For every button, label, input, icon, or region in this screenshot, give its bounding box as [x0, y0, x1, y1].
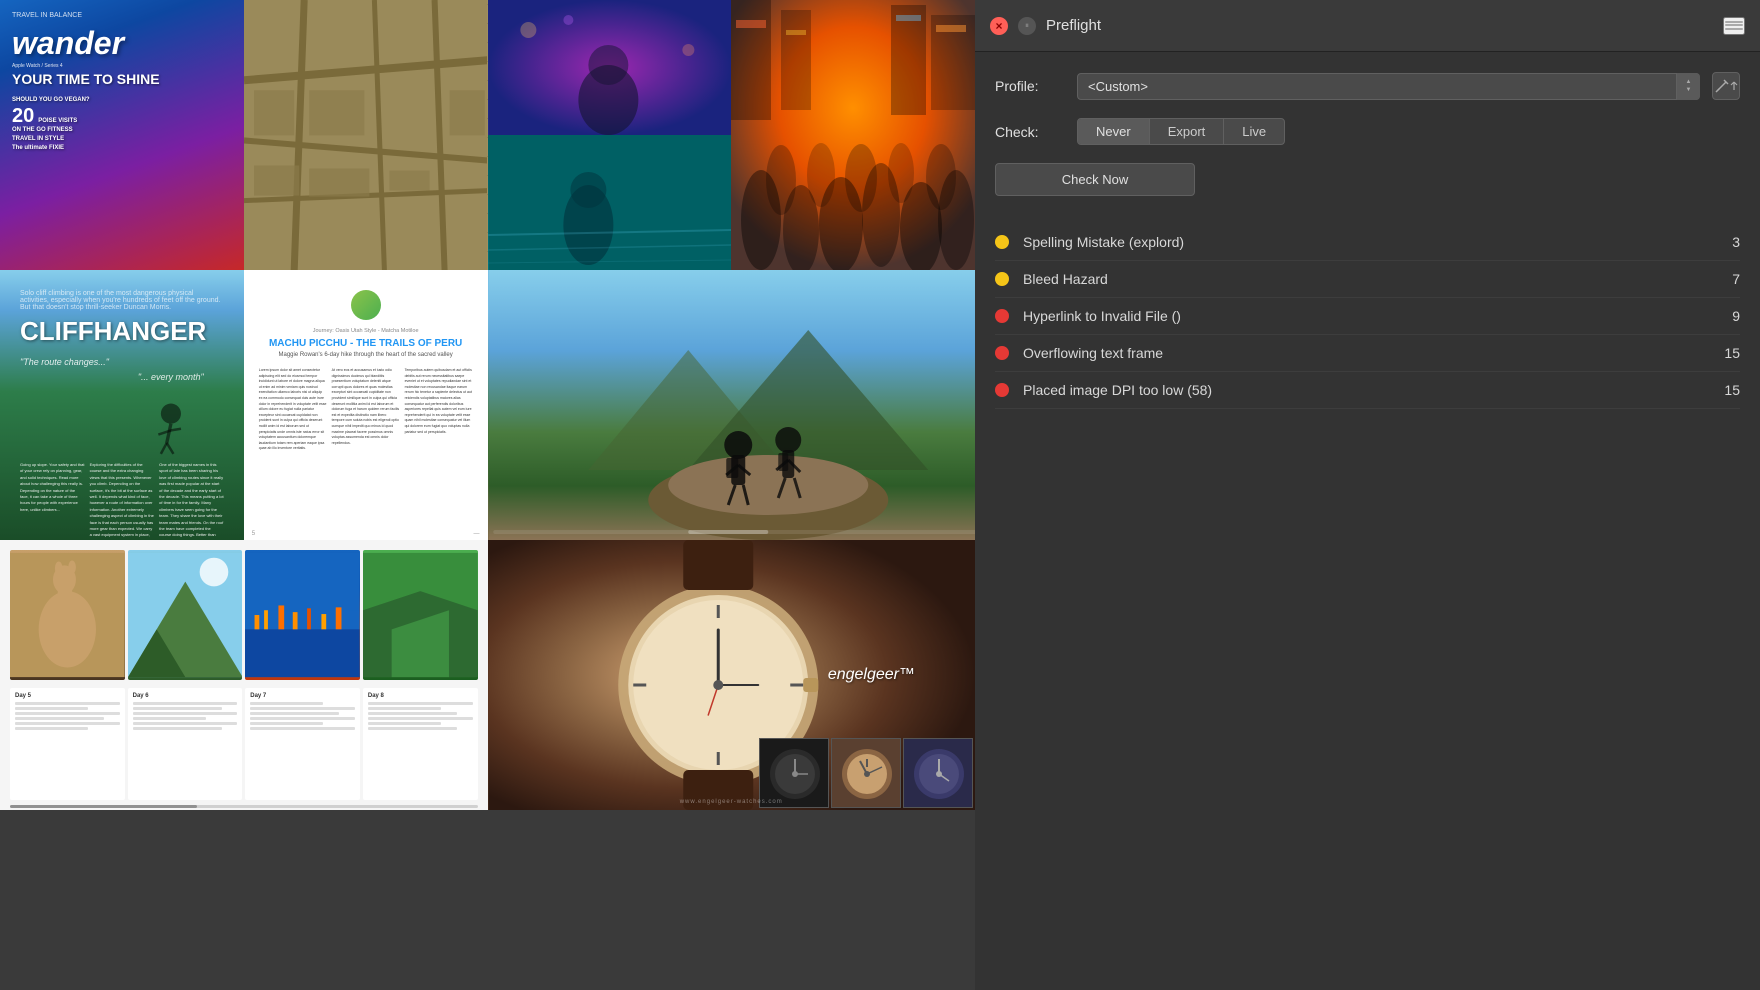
- page-thumb-cliffhanger[interactable]: Solo cliff climbing is one of the most d…: [0, 270, 244, 540]
- page-thumb-japan[interactable]: [488, 0, 732, 270]
- page-thumb-itinerary[interactable]: Day 5 Day 6: [0, 540, 488, 810]
- itinerary-day-7: Day 7: [245, 688, 360, 800]
- wander-item-vegan: SHOULD YOU GO VEGAN?: [12, 97, 232, 103]
- page-thumb-map[interactable]: [244, 0, 488, 270]
- preflight-header: Preflight: [975, 0, 1760, 52]
- issue-count-spelling: 3: [1720, 234, 1740, 250]
- cliff-quote2: "... every month": [20, 372, 224, 382]
- article-subtitle: Maggie Rowan's 6-day hike through the he…: [279, 352, 453, 358]
- article-title: MACHU PICCHU - THE TRAILS OF PERU: [269, 338, 462, 349]
- pages-panel: TRAVEL IN BALANCE wander Apple Watch / S…: [0, 0, 975, 990]
- page-thumb-wander[interactable]: TRAVEL IN BALANCE wander Apple Watch / S…: [0, 0, 244, 270]
- japan-photo-bottom-svg: [488, 135, 732, 270]
- wander-item-fitness: ON THE GO FITNESS: [12, 127, 232, 133]
- itinerary-day-5: Day 5: [10, 688, 125, 800]
- issue-item-overflow[interactable]: Overflowing text frame 15: [995, 335, 1740, 372]
- check-label: Check:: [995, 124, 1065, 140]
- page-thumb-watch[interactable]: engelgeer™: [488, 540, 976, 810]
- wander-item-poise: POISE VISITS: [38, 118, 77, 124]
- wander-item-fixie: The ultimate FIXIE: [12, 145, 232, 151]
- check-option-live[interactable]: Live: [1224, 119, 1284, 144]
- watch-url: www.engelgeer-watches.com: [680, 799, 783, 805]
- article-col-1: Lorem ipsum dolor sit amet consectetur a…: [259, 368, 327, 520]
- cliff-col-3: One of the biggest names in this sport o…: [159, 462, 224, 540]
- article-avatar: [351, 290, 381, 320]
- issue-text-bleed: Bleed Hazard: [1023, 271, 1720, 287]
- article-col-3: Temporibus autem quibusdam et aut offici…: [405, 368, 473, 520]
- article-author: Journey: Oasis Utah Style - Matcha Motil…: [313, 328, 419, 334]
- page-thumb-article[interactable]: Journey: Oasis Utah Style - Matcha Motil…: [244, 270, 488, 540]
- article-col-2: At vero eos et accusamus et iusto odio d…: [332, 368, 400, 520]
- article-scroll-h: —: [474, 531, 480, 537]
- wander-logo: wander: [12, 27, 232, 59]
- check-options: Never Export Live: [1077, 118, 1285, 145]
- issue-count-bleed: 7: [1720, 271, 1740, 287]
- check-row: Check: Never Export Live: [995, 118, 1740, 145]
- profile-row: Profile: <Custom> Basic Print Ready: [995, 72, 1740, 100]
- issue-text-overflow: Overflowing text frame: [1023, 345, 1720, 361]
- profile-select[interactable]: <Custom> Basic Print Ready: [1077, 73, 1700, 100]
- itinerary-photo-llama: [10, 550, 125, 680]
- map-svg: [244, 0, 488, 270]
- check-option-never[interactable]: Never: [1078, 119, 1150, 144]
- profile-label: Profile:: [995, 78, 1065, 94]
- close-button[interactable]: [990, 17, 1008, 35]
- scroll-indicator: [10, 805, 478, 808]
- itinerary-photo-valley: [363, 550, 478, 680]
- itinerary-day-6: Day 6: [128, 688, 243, 800]
- issue-text-dpi: Placed image DPI too low (58): [1023, 382, 1720, 398]
- issue-item-dpi[interactable]: Placed image DPI too low (58) 15: [995, 372, 1740, 409]
- issue-text-spelling: Spelling Mistake (explord): [1023, 234, 1720, 250]
- issue-count-hyperlink: 9: [1720, 308, 1740, 324]
- preflight-panel: Preflight Profile: <Custom> Basic Print …: [975, 0, 1760, 990]
- wander-tag: TRAVEL IN BALANCE: [12, 12, 232, 19]
- issue-count-overflow: 15: [1720, 345, 1740, 361]
- profile-select-wrap: <Custom> Basic Print Ready: [1077, 73, 1700, 100]
- page-thumb-hikers[interactable]: [488, 270, 976, 540]
- cliff-col-1: Going up slope. Your safety and that of …: [20, 462, 85, 540]
- edit-profile-button[interactable]: [1712, 72, 1740, 100]
- issue-dot-overflow: [995, 346, 1009, 360]
- watch-thumbnails: [757, 736, 975, 810]
- issue-item-hyperlink[interactable]: Hyperlink to Invalid File () 9: [995, 298, 1740, 335]
- issue-item-bleed[interactable]: Bleed Hazard 7: [995, 261, 1740, 298]
- issue-dot-bleed: [995, 272, 1009, 286]
- wander-sub: Apple Watch / Series 4: [12, 63, 232, 71]
- hikers-svg: [488, 270, 976, 540]
- cliff-col-2: Exploring the difficulties of the course…: [90, 462, 155, 540]
- cliff-figure-svg: [20, 382, 224, 462]
- article-page-num: 5: [252, 531, 255, 537]
- issue-count-dpi: 15: [1720, 382, 1740, 398]
- watch-brand: engelgeer™: [828, 666, 915, 684]
- issues-list: Spelling Mistake (explord) 3 Bleed Hazar…: [995, 224, 1740, 409]
- cliff-quote1: "The route changes...": [20, 357, 224, 367]
- crowd-svg: [731, 0, 975, 270]
- issue-dot-hyperlink: [995, 309, 1009, 323]
- issue-dot-spelling: [995, 235, 1009, 249]
- dropdown-arrow-icon: [1730, 81, 1738, 91]
- cliff-title: CLIFFHANGER: [20, 316, 224, 347]
- itinerary-photo-coast: [245, 550, 360, 680]
- cliff-sub: Solo cliff climbing is one of the most d…: [20, 290, 224, 311]
- edit-icon: [1715, 79, 1729, 93]
- wander-number: 20: [12, 106, 34, 126]
- check-option-export[interactable]: Export: [1150, 119, 1225, 144]
- check-now-button[interactable]: Check Now: [995, 163, 1195, 196]
- issue-item-spelling[interactable]: Spelling Mistake (explord) 3: [995, 224, 1740, 261]
- menu-button[interactable]: [1723, 17, 1745, 35]
- wander-headline: YOUR TIME TO SHINE: [12, 71, 232, 88]
- issue-dot-dpi: [995, 383, 1009, 397]
- issue-text-hyperlink: Hyperlink to Invalid File (): [1023, 308, 1720, 324]
- japan-photo-svg: [488, 0, 732, 135]
- itinerary-day-8: Day 8: [363, 688, 478, 800]
- wander-item-style: TRAVEL IN STYLE: [12, 136, 232, 142]
- pause-button[interactable]: [1018, 17, 1036, 35]
- preflight-title: Preflight: [1046, 17, 1713, 34]
- preflight-body: Profile: <Custom> Basic Print Ready: [975, 52, 1760, 990]
- page-thumb-crowd[interactable]: [731, 0, 975, 270]
- itinerary-photo-mountain: [128, 550, 243, 680]
